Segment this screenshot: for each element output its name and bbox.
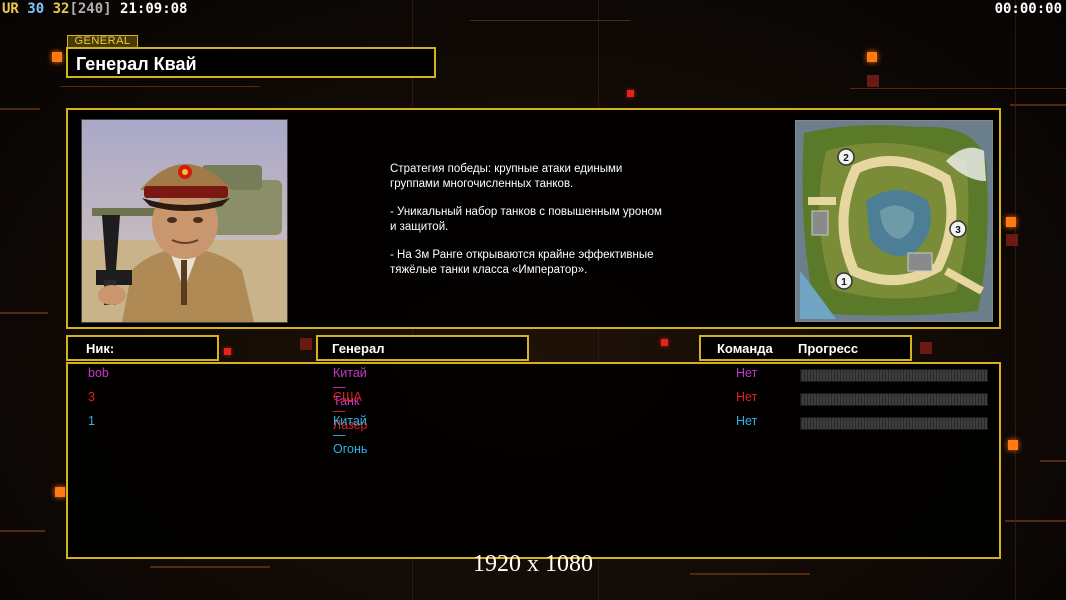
header-team-label: Команда <box>717 341 773 356</box>
spawn-label-3: 3 <box>955 225 961 236</box>
general-portrait <box>81 119 288 323</box>
deco-vline <box>1015 0 1016 600</box>
deco-line <box>0 108 40 110</box>
hud-value-240: [240] <box>69 1 112 17</box>
strategy-text-3: - На 3м Ранге открываются крайне эффекти… <box>390 249 654 276</box>
header-nick: Ник: <box>66 335 219 361</box>
header-general-label: Генерал <box>332 341 385 356</box>
deco-line <box>0 312 48 314</box>
deco-line <box>60 86 260 87</box>
player-team: Нет <box>736 366 758 380</box>
player-list: bob Китай — Танк Нет 3 США — Лазер Нет 1… <box>66 362 1001 559</box>
deco-line <box>0 530 45 532</box>
deco-line <box>850 88 1066 89</box>
strategy-description: Стратегия победы: крупные атаки едиными … <box>390 162 720 291</box>
hud-ur: UR <box>2 1 19 17</box>
deco-line <box>1040 460 1066 462</box>
header-general: Генерал <box>316 335 529 361</box>
deco-square <box>627 90 634 97</box>
deco-square <box>52 52 62 62</box>
hud-stats: UR 30 32[240] 21:09:08 <box>2 1 187 17</box>
resolution-label: 1920 x 1080 <box>473 551 593 577</box>
deco-square <box>867 75 879 87</box>
deco-square <box>1006 217 1016 227</box>
general-name: Генерал Квай <box>76 54 197 74</box>
deco-square <box>1006 234 1018 246</box>
player-progress-bar <box>800 369 988 382</box>
player-progress-bar <box>800 417 988 430</box>
player-progress-bar <box>800 393 988 406</box>
minimap[interactable]: 2 3 1 <box>795 120 993 322</box>
general-info-panel: Стратегия победы: крупные атаки едиными … <box>66 108 1001 329</box>
player-nick: bob <box>88 366 109 380</box>
deco-square <box>300 338 312 350</box>
deco-square <box>55 487 65 497</box>
deco-square <box>867 52 877 62</box>
deco-line <box>470 20 630 21</box>
strategy-text-1: Стратегия победы: крупные атаки едиными … <box>390 163 623 190</box>
header-nick-label: Ник: <box>86 341 115 356</box>
title-box: Генерал Квай <box>66 47 436 78</box>
deco-square <box>1008 440 1018 450</box>
player-nick: 3 <box>88 390 95 404</box>
deco-square <box>920 342 932 354</box>
hud-timer: 00:00:00 <box>994 1 1062 17</box>
strategy-text-2: - Уникальный набор танков с повышенным у… <box>390 206 662 233</box>
hud-clock: 21:09:08 <box>120 1 188 17</box>
portrait-image <box>82 120 287 322</box>
player-nick: 1 <box>88 414 95 428</box>
player-team: Нет <box>736 414 758 428</box>
player-team: Нет <box>736 390 758 404</box>
deco-line <box>1010 104 1066 106</box>
spawn-label-2: 2 <box>843 153 849 164</box>
spawn-label-1: 1 <box>841 277 847 288</box>
deco-square <box>224 348 231 355</box>
player-general: Китай — Огонь <box>333 414 368 456</box>
header-progress-label: Прогресс <box>798 341 859 356</box>
minimap-image: 2 3 1 <box>796 121 992 321</box>
hud-value-32: 32 <box>52 1 70 17</box>
header-team-progress: Команда Прогресс <box>699 335 912 361</box>
hud-value-30: 30 <box>27 1 45 17</box>
deco-square <box>661 339 668 346</box>
